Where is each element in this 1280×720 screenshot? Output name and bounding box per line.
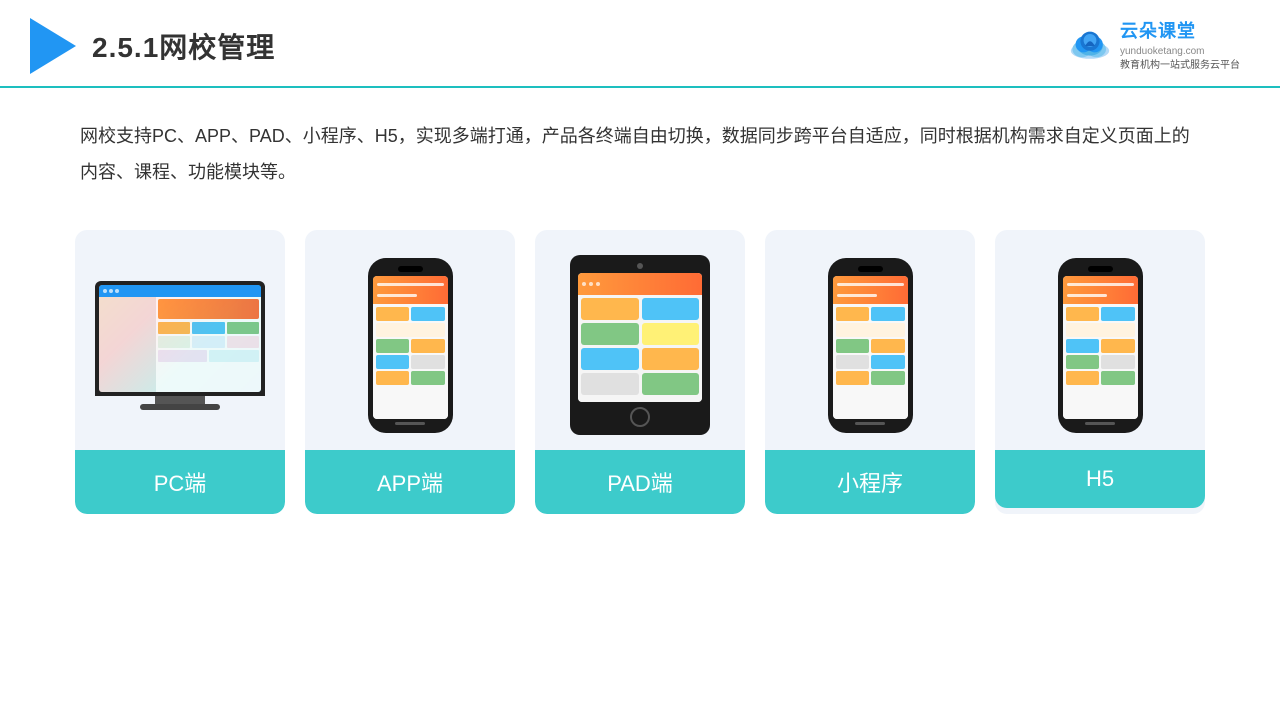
card-pad-label: PAD端 — [535, 450, 745, 514]
card-miniprogram-label: 小程序 — [765, 450, 975, 514]
card-h5: H5 — [995, 230, 1205, 514]
pad-mockup — [570, 255, 710, 435]
description-text: 网校支持PC、APP、PAD、小程序、H5，实现多端打通，产品各终端自由切换，数… — [0, 88, 1280, 210]
brand-text: 云朵课堂 yunduoketang.com 教育机构一站式服务云平台 — [1120, 19, 1240, 72]
card-miniprogram: 小程序 — [765, 230, 975, 514]
card-app: APP端 — [305, 230, 515, 514]
card-miniprogram-image — [765, 230, 975, 450]
header-right: 云朵课堂 yunduoketang.com 教育机构一站式服务云平台 — [1066, 19, 1240, 72]
description-paragraph: 网校支持PC、APP、PAD、小程序、H5，实现多端打通，产品各终端自由切换，数… — [80, 118, 1200, 190]
brand-logo: 云朵课堂 yunduoketang.com 教育机构一站式服务云平台 — [1066, 19, 1240, 72]
card-pad-image — [535, 230, 745, 450]
card-h5-image — [995, 230, 1205, 450]
brand-slogan: 教育机构一站式服务云平台 — [1120, 59, 1240, 73]
card-pad: PAD端 — [535, 230, 745, 514]
platform-cards: PC端 — [0, 210, 1280, 514]
page-title: 2.5.1网校管理 — [92, 26, 275, 66]
card-h5-label: H5 — [995, 450, 1205, 508]
card-app-label: APP端 — [305, 450, 515, 514]
header-left: 2.5.1网校管理 — [30, 18, 275, 74]
logo-triangle-icon — [30, 18, 76, 74]
phone-mockup-app — [368, 258, 453, 433]
brand-name: 云朵课堂 — [1120, 19, 1240, 44]
card-pc: PC端 — [75, 230, 285, 514]
cloud-icon — [1066, 30, 1114, 62]
brand-url: yunduoketang.com — [1120, 45, 1240, 59]
header: 2.5.1网校管理 云朵课堂 yunduoketang.com 教育机构一站式服… — [0, 0, 1280, 88]
phone-mockup-mini — [828, 258, 913, 433]
card-app-image — [305, 230, 515, 450]
pc-mockup — [90, 281, 270, 410]
card-pc-image — [75, 230, 285, 450]
phone-mockup-h5 — [1058, 258, 1143, 433]
card-pc-label: PC端 — [75, 450, 285, 514]
